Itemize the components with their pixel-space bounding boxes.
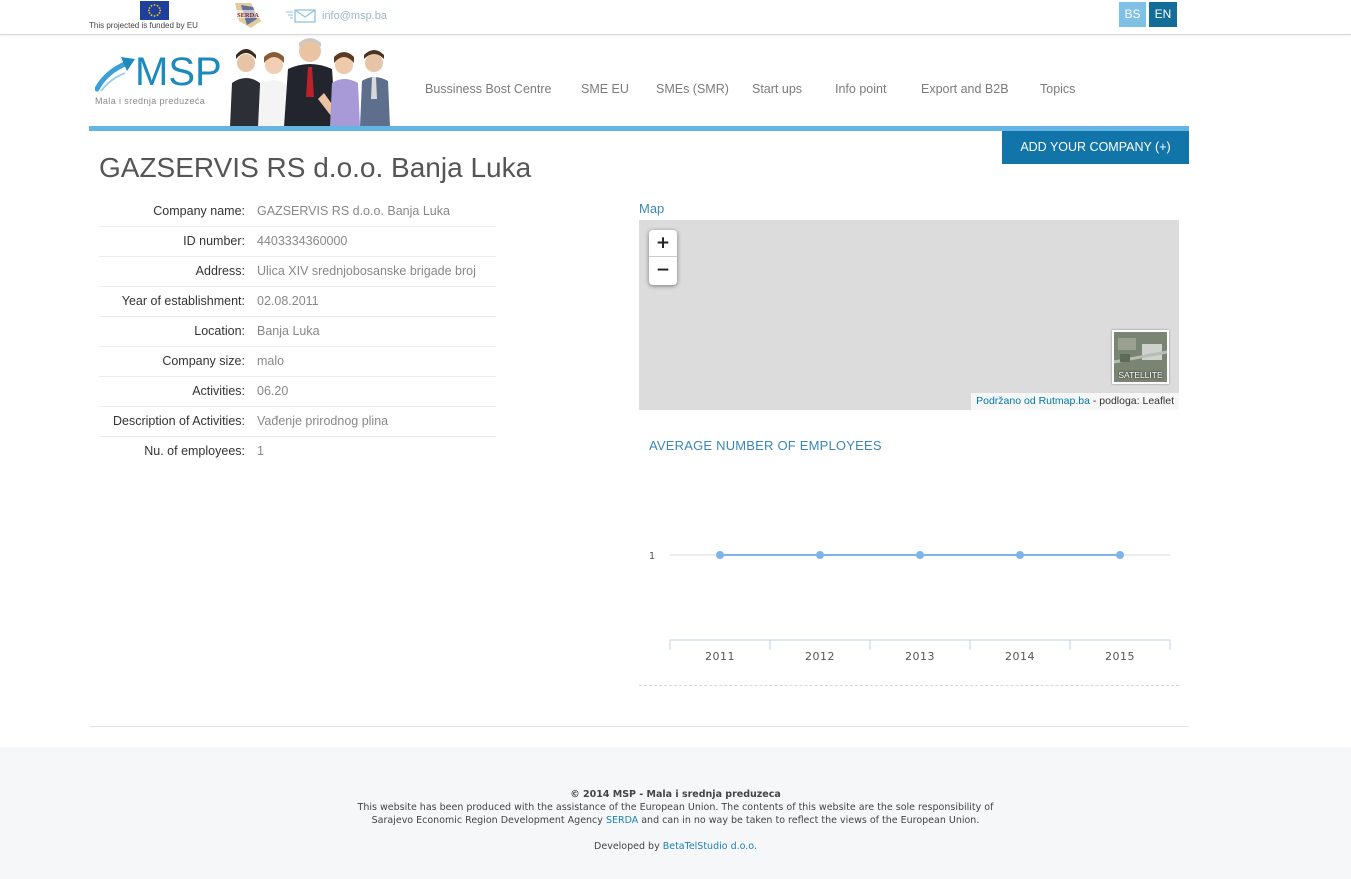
detail-value: 1	[257, 444, 264, 458]
map-heading: Map	[639, 201, 665, 216]
top-bar: This projected is funded by EU SERDA inf…	[0, 0, 1351, 35]
satellite-layer-button[interactable]: SATELLITE	[1112, 330, 1169, 384]
language-bs-button[interactable]: BS	[1119, 2, 1146, 27]
serda-logo[interactable]: SERDA	[231, 1, 265, 29]
data-point	[716, 551, 724, 559]
data-point	[916, 551, 924, 559]
nav-start-ups[interactable]: Start ups	[752, 82, 802, 96]
x-tick-label: 2011	[705, 650, 735, 663]
footer-developer: Developed by BetaTelStudio d.o.o.	[0, 841, 1351, 852]
detail-value: Banja Luka	[257, 324, 320, 338]
x-tick-label: 2014	[1005, 650, 1035, 663]
detail-row: ID number: 4403334360000	[99, 227, 496, 257]
footer-text: Sarajevo Economic Region Development Age…	[371, 815, 606, 826]
footer-text: and can in no way be taken to reflect th…	[638, 815, 980, 826]
footer: © 2014 MSP - Mala i srednja preduzeca Th…	[0, 747, 1351, 879]
x-tick-label: 2013	[905, 650, 935, 663]
detail-value: 02.08.2011	[257, 294, 319, 308]
business-people-image	[226, 33, 396, 127]
detail-label: ID number:	[183, 234, 245, 248]
y-tick-label: 1	[649, 551, 655, 562]
detail-label: Activities:	[192, 384, 245, 398]
serda-link[interactable]: SERDA	[606, 815, 638, 826]
data-point	[1016, 551, 1024, 559]
footer-disclaimer-line2: Sarajevo Economic Region Development Age…	[0, 815, 1351, 826]
logo-text: MSP	[135, 50, 222, 94]
detail-row: Description of Activities: Vađenje priro…	[99, 407, 496, 437]
detail-row: Nu. of employees: 1	[99, 437, 496, 467]
attribution-text: - podloga: Leaflet	[1089, 395, 1174, 407]
detail-value: Vađenje prirodnog plina	[257, 414, 389, 428]
chart-divider	[639, 685, 1179, 686]
detail-row: Location: Banja Luka	[99, 317, 496, 347]
mail-icon	[286, 8, 316, 23]
nav-topics[interactable]: Topics	[1040, 82, 1075, 96]
data-point	[816, 551, 824, 559]
detail-label: Address:	[195, 264, 245, 278]
detail-row: Address: Ulica XIV srednjobosanske briga…	[99, 257, 496, 287]
zoom-control: + −	[649, 230, 677, 285]
footer-text: Developed by	[594, 841, 663, 852]
detail-label: Description of Activities:	[113, 414, 245, 428]
detail-row: Company name: GAZSERVIS RS d.o.o. Banja …	[99, 197, 496, 227]
page-title: GAZSERVIS RS d.o.o. Banja Luka	[99, 152, 532, 183]
footer-disclaimer-line1: This website has been produced with the …	[357, 802, 994, 813]
detail-value: 4403334360000	[257, 234, 348, 248]
company-details-table: Company name: GAZSERVIS RS d.o.o. Banja …	[99, 197, 496, 467]
employees-line-chart: 1 2011 2012 2013 2014 2015	[649, 551, 1171, 663]
eu-flag-icon	[140, 1, 169, 20]
nav-sme-eu[interactable]: SME EU	[581, 82, 629, 96]
arrow-logo-icon	[94, 55, 137, 93]
detail-row: Year of establishment: 02.08.2011	[99, 287, 496, 317]
msp-logo[interactable]: MSP Mala i srednja preduzeća	[94, 50, 222, 110]
detail-label: Year of establishment:	[121, 294, 245, 308]
satellite-label: SATELLITE	[1118, 370, 1163, 380]
footer-copyright: © 2014 MSP - Mala i srednja preduzeca	[570, 789, 781, 800]
detail-value: malo	[257, 354, 285, 368]
detail-row: Company size: malo	[99, 347, 496, 377]
detail-label: Location:	[194, 324, 245, 338]
nav-export-b2b[interactable]: Export and B2B	[921, 82, 1009, 96]
detail-label: Company name:	[153, 204, 245, 218]
x-tick-label: 2015	[1105, 650, 1135, 663]
rutmap-link[interactable]: Podržano od Rutmap.ba	[976, 395, 1090, 407]
nav-info-point[interactable]: Info point	[835, 82, 886, 96]
email-link[interactable]: info@msp.ba	[322, 10, 387, 22]
nav-bussiness-bost-centre[interactable]: Bussiness Bost Centre	[425, 82, 551, 96]
chart-title: AVERAGE NUMBER OF EMPLOYEES	[649, 438, 882, 453]
language-en-button[interactable]: EN	[1149, 2, 1177, 27]
developer-link[interactable]: BetaTelStudio d.o.o.	[663, 841, 757, 852]
zoom-in-button[interactable]: +	[649, 230, 677, 257]
logo-subtitle: Mala i srednja preduzeća	[95, 96, 206, 106]
zoom-out-button[interactable]: −	[649, 257, 677, 284]
detail-label: Company size:	[162, 354, 245, 368]
nav-smes-smr[interactable]: SMEs (SMR)	[656, 82, 729, 96]
x-tick-label: 2012	[805, 650, 835, 663]
data-point	[1116, 551, 1124, 559]
detail-value: 06.20	[257, 384, 289, 398]
detail-row: Activities: 06.20	[99, 377, 496, 407]
detail-label: Nu. of employees:	[144, 444, 245, 458]
map-view[interactable]: + − SATELLITE Podržano od Rutmap.ba - po…	[639, 220, 1179, 410]
detail-value: GAZSERVIS RS d.o.o. Banja Luka	[257, 204, 450, 218]
footer-divider	[89, 726, 1189, 727]
eu-funding-caption: This projected is funded by EU	[89, 21, 198, 30]
svg-text:SERDA: SERDA	[237, 12, 259, 19]
add-company-button[interactable]: ADD YOUR COMPANY (+)	[1002, 131, 1189, 164]
detail-value: Ulica XIV srednjobosanske brigade broj	[257, 264, 476, 278]
map-attribution: Podržano od Rutmap.ba - podloga: Leaflet	[971, 393, 1179, 410]
